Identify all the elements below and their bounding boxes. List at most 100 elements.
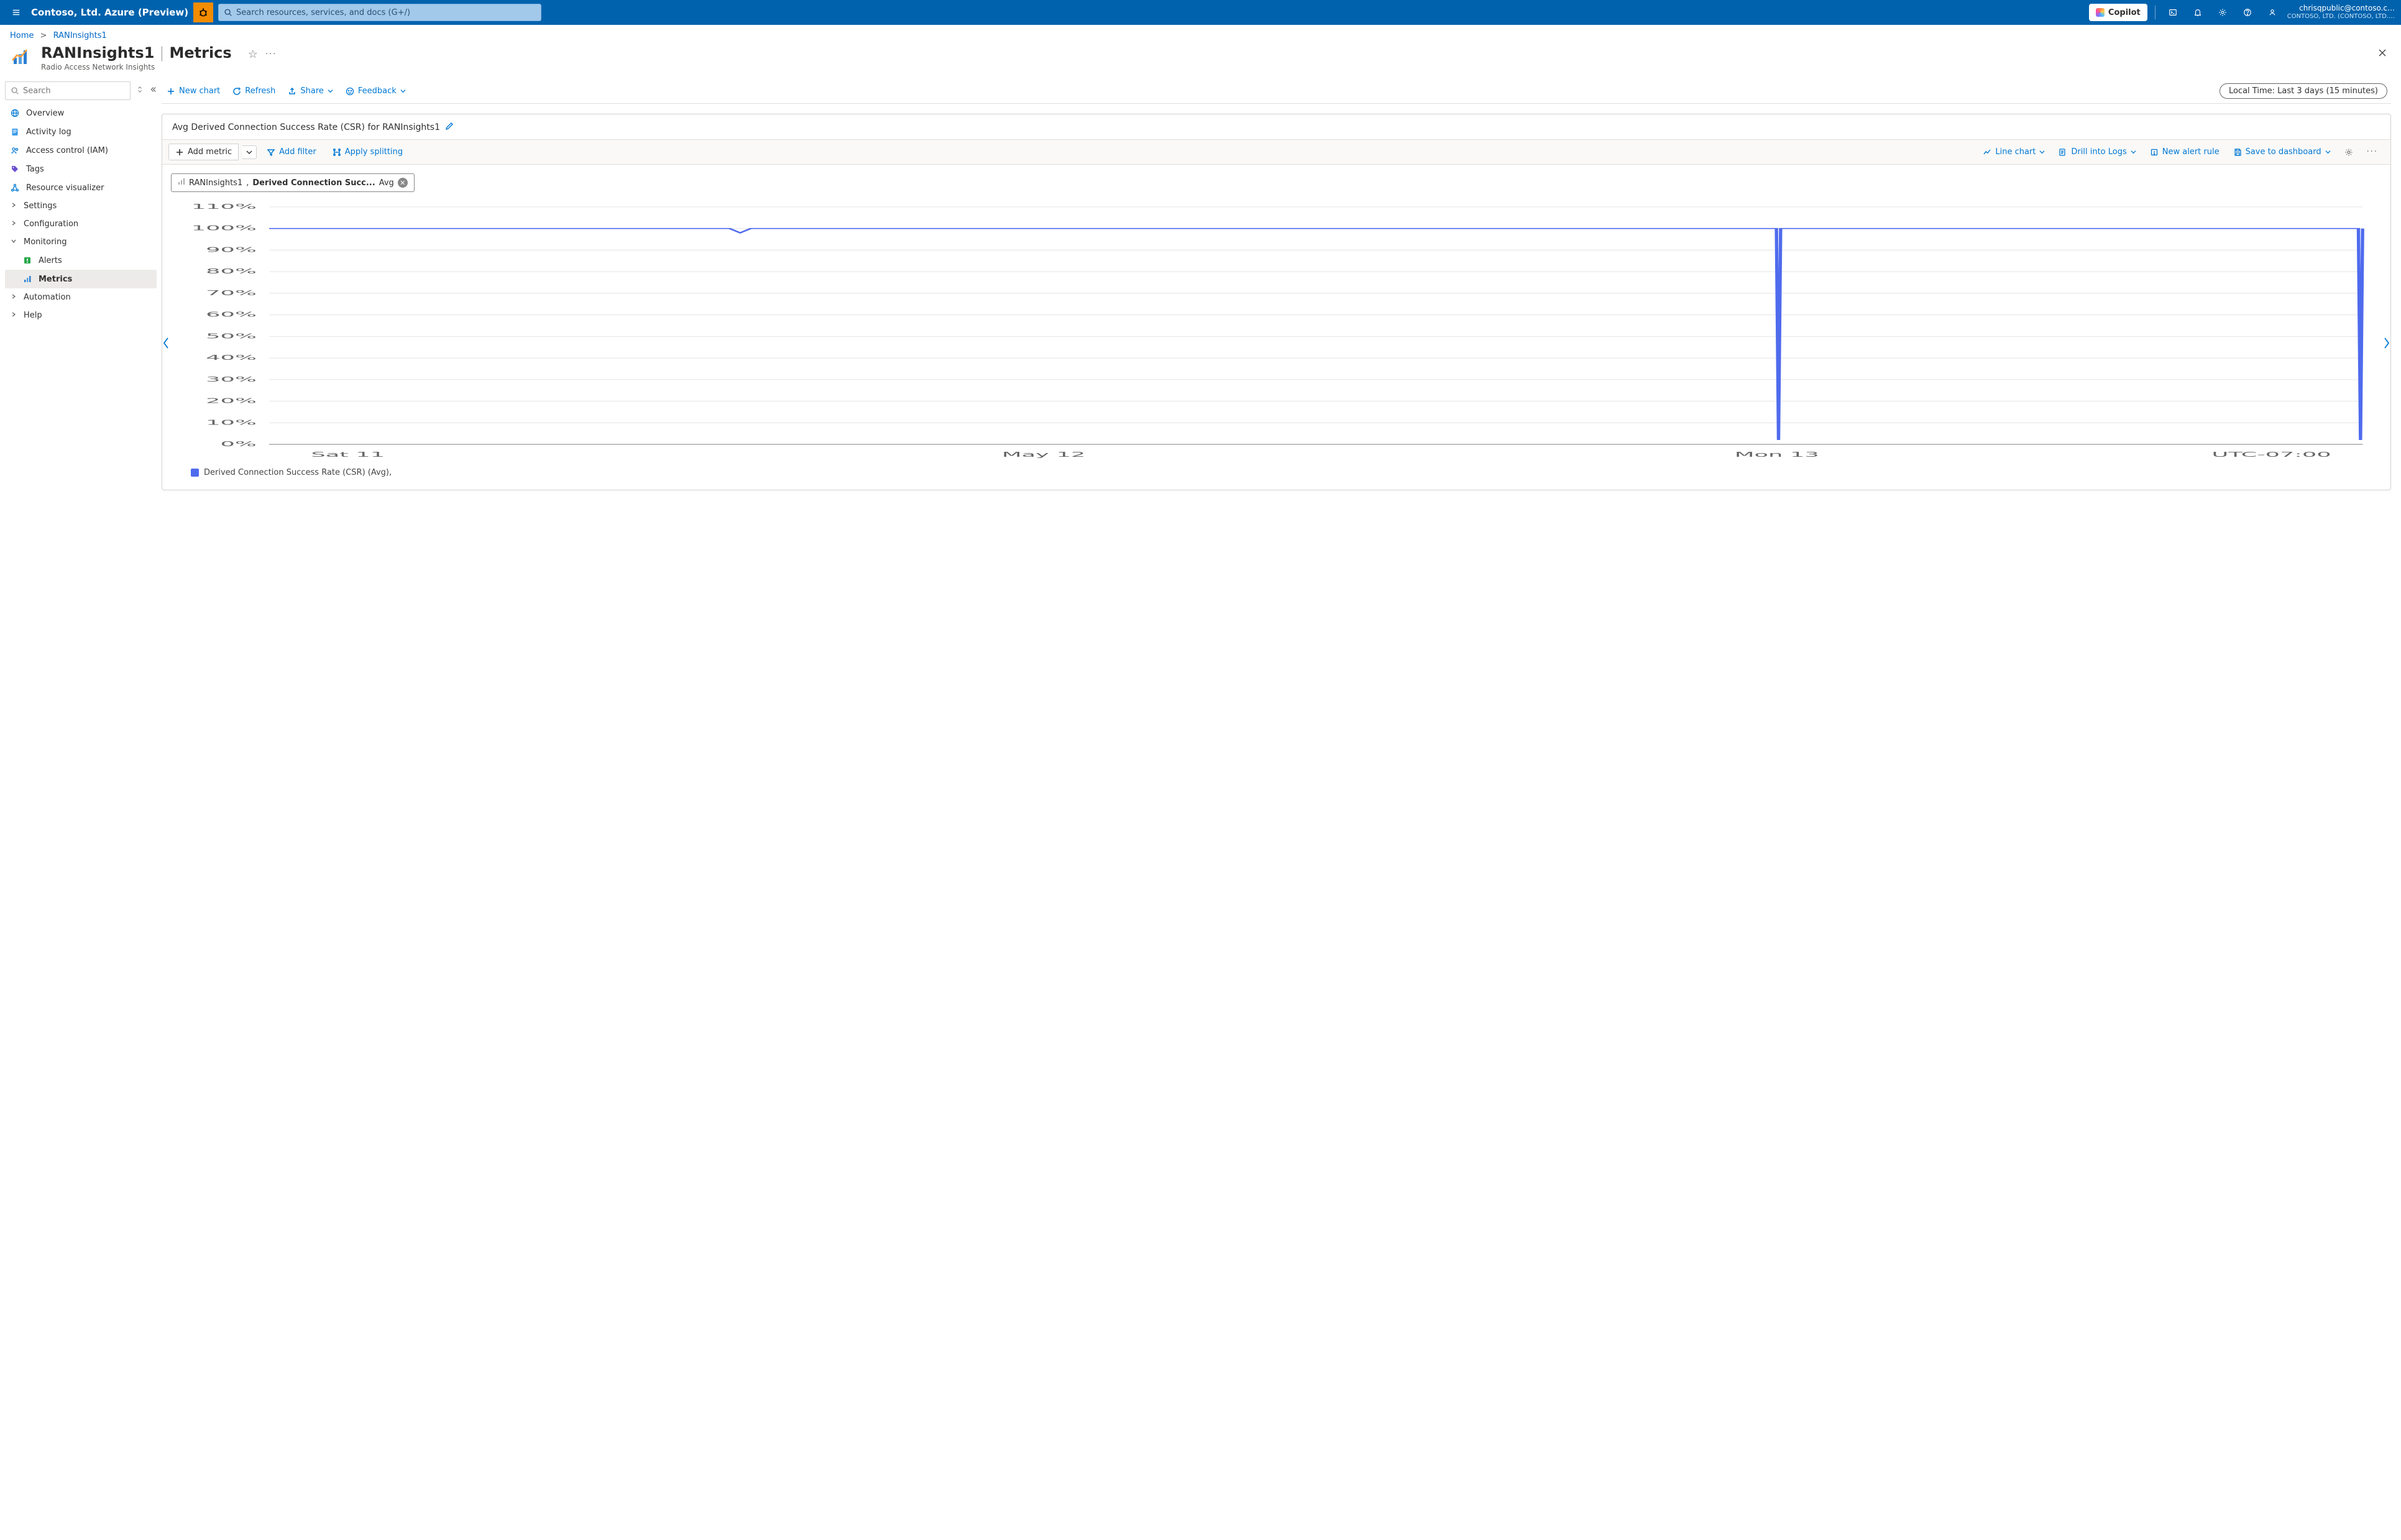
sidebar-collapse-icon[interactable] xyxy=(149,86,157,96)
sidebar-item-settings[interactable]: Settings xyxy=(5,197,157,215)
new-chart-button[interactable]: New chart xyxy=(162,82,225,101)
sidebar-item-tags[interactable]: Tags xyxy=(5,160,157,178)
tag-icon xyxy=(10,164,20,174)
favorite-star-icon[interactable]: ☆ xyxy=(248,48,258,61)
add-metric-dropdown[interactable] xyxy=(242,145,257,159)
time-range-pill[interactable]: Local Time: Last 3 days (15 minutes) xyxy=(2220,83,2387,99)
svg-text:May 12: May 12 xyxy=(1002,451,1086,459)
sidebar-search-placeholder: Search xyxy=(23,86,51,96)
legend-swatch xyxy=(191,469,199,477)
sidebar-item-help[interactable]: Help xyxy=(5,306,157,324)
svg-text:0%: 0% xyxy=(221,440,257,448)
svg-text:100%: 100% xyxy=(191,224,257,232)
copilot-icon xyxy=(2096,8,2105,17)
sidebar-item-label: Activity log xyxy=(26,127,71,137)
legend-label: Derived Connection Success Rate (CSR) (A… xyxy=(204,468,392,477)
chart-type-button[interactable]: Line chart xyxy=(1976,144,2051,160)
chart-prev-icon[interactable] xyxy=(162,336,173,351)
breadcrumb-home[interactable]: Home xyxy=(10,31,34,40)
feedback-button[interactable]: Feedback xyxy=(341,82,411,101)
chev-icon xyxy=(10,201,17,211)
graph-icon xyxy=(10,183,20,193)
chart-type-label: Line chart xyxy=(1995,147,2036,157)
svg-text:20%: 20% xyxy=(206,397,257,405)
feedback-label: Feedback xyxy=(358,86,397,96)
share-button[interactable]: Share xyxy=(283,82,338,101)
chart-next-icon[interactable] xyxy=(2379,336,2391,351)
sidebar-item-label: Access control (IAM) xyxy=(26,146,108,155)
resource-sidebar: Search Overview Activity log Access contro… xyxy=(0,76,162,1540)
resource-type: Radio Access Network Insights xyxy=(41,63,232,71)
sidebar-sort-icon[interactable] xyxy=(137,86,143,96)
save-dashboard-button[interactable]: Save to dashboard xyxy=(2227,144,2337,160)
chart-legend[interactable]: Derived Connection Success Rate (CSR) (A… xyxy=(173,465,2379,484)
sidebar-item-resource-visualizer[interactable]: Resource visualizer xyxy=(5,178,157,197)
edit-title-icon[interactable] xyxy=(445,122,454,133)
global-search-placeholder: Search resources, services, and docs (G+… xyxy=(236,8,410,17)
chip-agg: Avg xyxy=(379,178,394,188)
account-tenant: CONTOSO, LTD. (CONTOSO, LTD.… xyxy=(2287,13,2395,21)
svg-text:60%: 60% xyxy=(206,311,257,319)
close-blade-icon[interactable] xyxy=(2374,44,2391,62)
chart-settings-gear-icon[interactable] xyxy=(2338,145,2359,160)
metric-icon xyxy=(22,274,32,284)
more-ellipsis-icon[interactable]: ··· xyxy=(265,50,277,59)
breadcrumb-current[interactable]: RANInsights1 xyxy=(53,31,107,40)
sidebar-item-label: Automation xyxy=(24,293,71,302)
resource-name: RANInsights1 xyxy=(41,44,154,62)
sidebar-item-label: Resource visualizer xyxy=(26,183,104,193)
add-metric-button[interactable]: Add metric xyxy=(168,144,239,160)
sidebar-item-label: Alerts xyxy=(39,256,62,265)
account-menu[interactable]: chrisqpublic@contoso.c… CONTOSO, LTD. (C… xyxy=(2287,4,2395,20)
svg-text:30%: 30% xyxy=(206,375,257,383)
alert-icon xyxy=(22,255,32,265)
sidebar-item-label: Metrics xyxy=(39,275,72,284)
sidebar-item-configuration[interactable]: Configuration xyxy=(5,215,157,233)
new-chart-label: New chart xyxy=(179,86,220,96)
drill-logs-button[interactable]: Drill into Logs xyxy=(2052,144,2142,160)
sidebar-item-overview[interactable]: Overview xyxy=(5,104,157,122)
chart-card: Avg Derived Connection Success Rate (CSR… xyxy=(162,114,2391,490)
svg-text:80%: 80% xyxy=(206,267,257,275)
chip-remove-icon[interactable]: ✕ xyxy=(398,178,408,188)
sidebar-item-label: Overview xyxy=(26,109,64,118)
chart-more-icon[interactable]: ··· xyxy=(2361,144,2384,160)
chart-title: Avg Derived Connection Success Rate (CSR… xyxy=(172,122,440,132)
cloud-shell-icon[interactable] xyxy=(2163,2,2183,22)
chip-resource: RANInsights1 xyxy=(189,178,242,188)
svg-text:Sat 11: Sat 11 xyxy=(311,451,385,459)
line-chart[interactable]: 0%10%20%30%40%50%60%70%80%90%100%110%Sat… xyxy=(173,202,2379,463)
new-alert-rule-button[interactable]: New alert rule xyxy=(2144,144,2226,160)
chevron-down-icon xyxy=(2039,149,2045,155)
apply-splitting-button[interactable]: Apply splitting xyxy=(326,144,409,160)
global-search[interactable]: Search resources, services, and docs (G+… xyxy=(218,4,541,21)
settings-gear-icon[interactable] xyxy=(2213,2,2233,22)
add-filter-button[interactable]: Add filter xyxy=(260,144,323,160)
svg-text:UTC-07:00: UTC-07:00 xyxy=(2211,451,2331,459)
resource-mini-icon xyxy=(178,178,185,188)
copilot-button[interactable]: Copilot xyxy=(2089,4,2147,21)
portal-brand[interactable]: Contoso, Ltd. Azure (Preview) xyxy=(31,7,188,18)
sidebar-item-monitoring[interactable]: Monitoring xyxy=(5,233,157,251)
sidebar-item-activity-log[interactable]: Activity log xyxy=(5,122,157,141)
refresh-button[interactable]: Refresh xyxy=(227,82,280,101)
sidebar-item-label: Settings xyxy=(24,201,57,211)
sidebar-nav: Overview Activity log Access control (IAM)… xyxy=(5,104,157,324)
preview-bug-icon[interactable] xyxy=(193,2,213,22)
sidebar-item-automation[interactable]: Automation xyxy=(5,288,157,306)
resource-metrics-icon xyxy=(10,45,32,68)
sidebar-item-alerts[interactable]: Alerts xyxy=(5,251,157,270)
chev-icon xyxy=(10,311,17,320)
sidebar-item-access-control-iam-[interactable]: Access control (IAM) xyxy=(5,141,157,160)
hamburger-menu-icon[interactable] xyxy=(6,2,26,22)
sidebar-search[interactable]: Search xyxy=(5,81,131,100)
feedback-person-icon[interactable] xyxy=(2262,2,2282,22)
search-icon xyxy=(224,8,232,17)
sidebar-item-metrics[interactable]: Metrics xyxy=(5,270,157,288)
help-icon[interactable] xyxy=(2238,2,2257,22)
globe-icon xyxy=(10,108,20,118)
resource-section: Metrics xyxy=(169,44,231,62)
notifications-icon[interactable] xyxy=(2188,2,2208,22)
page-title: RANInsights1 | Metrics xyxy=(41,44,232,62)
metric-chip[interactable]: RANInsights1, Derived Connection Succ...… xyxy=(171,173,415,192)
